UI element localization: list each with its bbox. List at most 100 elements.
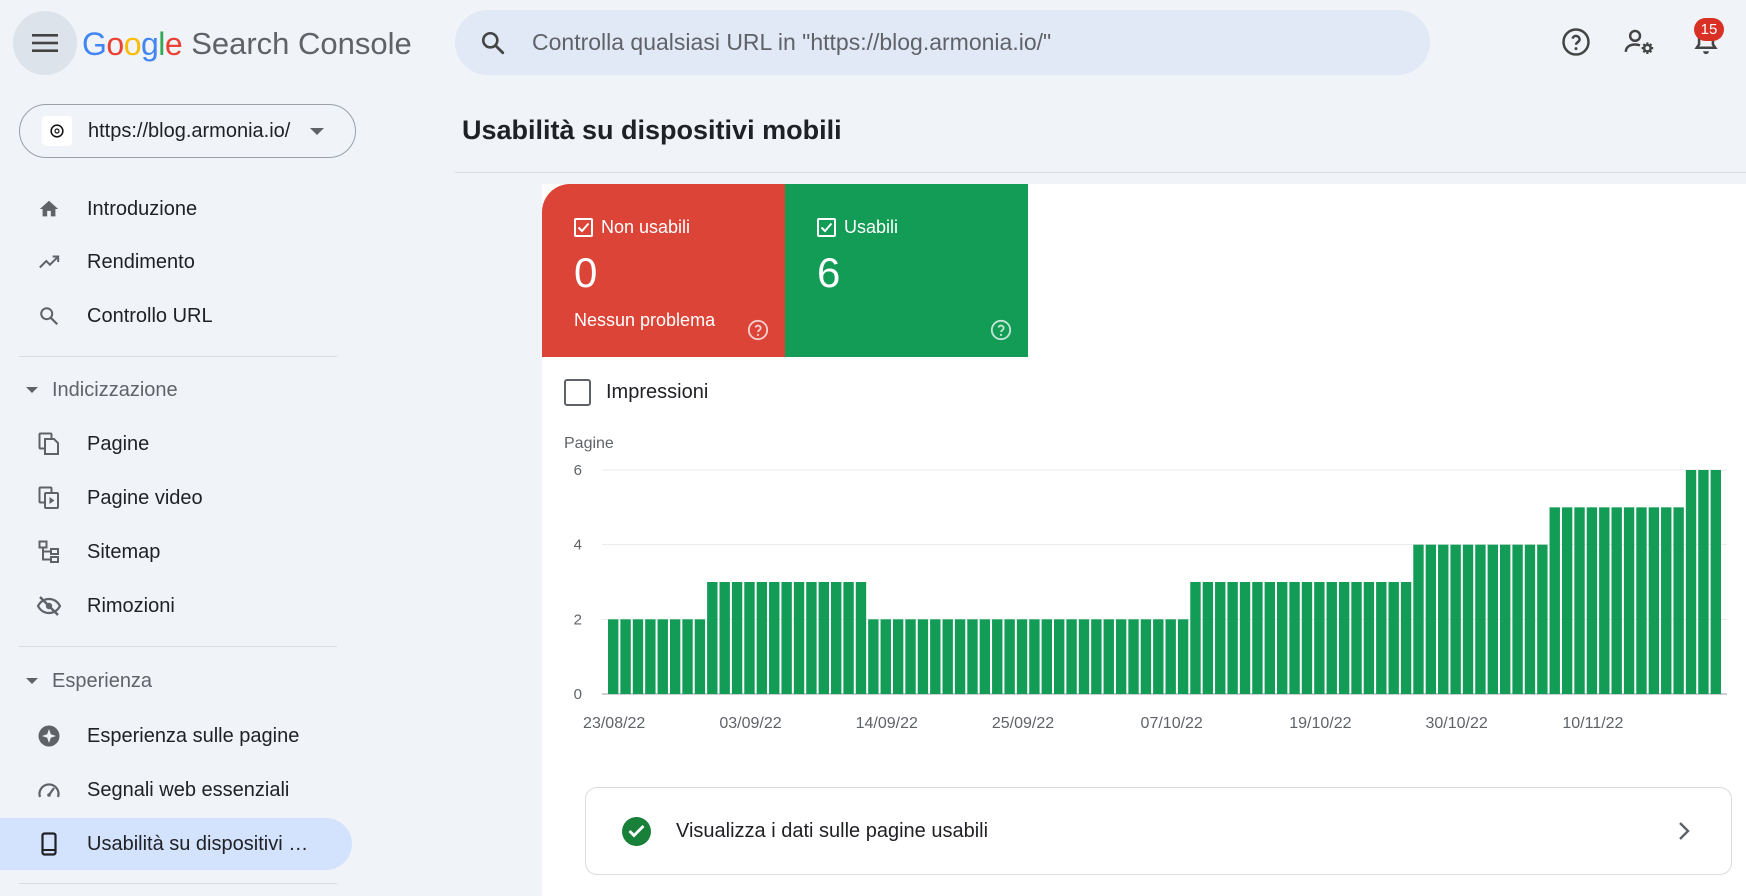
app-logo[interactable]: Google Search Console xyxy=(82,22,412,66)
sidebar-item-label: Usabilità su dispositivi … xyxy=(87,832,309,855)
chart-bar xyxy=(1561,507,1573,694)
chevron-down-icon xyxy=(310,127,324,135)
help-icon[interactable] xyxy=(747,319,769,341)
chart-bar xyxy=(744,582,755,694)
chart-bar xyxy=(1190,582,1201,694)
impressions-toggle[interactable]: Impressioni xyxy=(564,379,708,406)
chart-bar xyxy=(1264,582,1275,694)
logo-letter: l xyxy=(158,25,165,62)
impressions-label: Impressioni xyxy=(606,381,709,403)
sidebar-item-rendimento[interactable]: Rendimento xyxy=(0,236,352,288)
x-tick-label: 03/09/22 xyxy=(719,715,781,732)
chart-bar xyxy=(942,619,953,694)
chart-bar xyxy=(1475,544,1486,694)
sidebar-item-label: Sitemap xyxy=(87,540,161,563)
not-usable-card[interactable]: Non usabili 0 Nessun problema xyxy=(542,184,785,357)
chart-bar xyxy=(1128,619,1139,694)
sitemap-icon xyxy=(36,539,62,565)
checkbox-unchecked-icon[interactable] xyxy=(564,379,591,406)
y-tick-label: 0 xyxy=(574,686,582,703)
chart-bar xyxy=(1351,582,1362,694)
chart-bar xyxy=(1239,582,1251,694)
notification-badge: 15 xyxy=(1694,18,1724,41)
chart-bar xyxy=(1115,619,1127,694)
section-label: Esperienza xyxy=(52,669,153,692)
sidebar-item-label: Rendimento xyxy=(87,250,195,273)
chart-bar xyxy=(781,582,792,694)
y-tick-label: 6 xyxy=(574,462,582,479)
checkbox-checked-icon[interactable] xyxy=(817,218,836,237)
chart-bar xyxy=(1462,544,1474,694)
sidebar-item-label: Pagine xyxy=(87,432,150,455)
home-icon xyxy=(36,196,62,222)
url-inspection-search[interactable] xyxy=(455,10,1430,75)
main-menu-button[interactable] xyxy=(13,11,77,75)
user-settings-button[interactable] xyxy=(1620,22,1660,62)
chart-bar xyxy=(1338,582,1350,694)
chart-bar xyxy=(1227,582,1238,694)
search-input[interactable] xyxy=(532,29,1382,56)
chart-bar xyxy=(608,619,619,694)
chart-bar xyxy=(1648,507,1660,694)
chart-bar xyxy=(992,619,1003,694)
y-tick-label: 2 xyxy=(574,611,582,628)
chart-bar xyxy=(1388,582,1399,694)
chart-bar xyxy=(1376,582,1387,694)
logo-letter: o xyxy=(123,25,142,62)
chart-bar xyxy=(793,582,805,694)
logo-letter: o xyxy=(106,25,124,62)
checkbox-checked-icon[interactable] xyxy=(574,218,593,237)
sidebar-item-rimozioni[interactable]: Rimozioni xyxy=(0,580,352,632)
usable-pages-details-link[interactable]: Visualizza i dati sulle pagine usabili xyxy=(585,787,1732,875)
chart-bar xyxy=(719,582,730,694)
usable-card[interactable]: Usabili 6 xyxy=(785,184,1028,357)
sidebar-item-esperienza-pagine[interactable]: Esperienza sulle pagine xyxy=(0,710,352,762)
logo-letter: e xyxy=(164,25,183,62)
sidebar-item-pagine-video[interactable]: Pagine video xyxy=(0,472,352,524)
chart-bar xyxy=(880,619,891,694)
chart-bar xyxy=(905,619,916,694)
sidebar-item-usabilita-mobile[interactable]: Usabilità su dispositivi … xyxy=(0,818,352,870)
chart-bar xyxy=(1153,619,1164,694)
x-tick-label: 10/11/22 xyxy=(1562,715,1623,732)
chart-bar xyxy=(1252,582,1263,694)
gauge-icon xyxy=(36,777,62,803)
chart-bar xyxy=(707,582,718,694)
help-icon[interactable] xyxy=(990,319,1012,341)
chart-bar xyxy=(682,619,693,694)
chart-bar xyxy=(1623,507,1635,694)
sidebar-item-label: Controllo URL xyxy=(87,304,213,327)
section-indicizzazione[interactable]: Indicizzazione xyxy=(26,375,178,405)
chart-bar xyxy=(831,582,842,694)
section-label: Indicizzazione xyxy=(52,378,178,401)
chart-bar xyxy=(1078,619,1090,694)
chart-bar xyxy=(632,619,644,694)
chart-bar xyxy=(1685,470,1697,694)
chart-bar xyxy=(1041,619,1052,694)
sidebar-divider xyxy=(19,646,337,647)
caret-down-icon xyxy=(26,387,38,393)
property-selector[interactable]: https://blog.armonia.io/ xyxy=(19,104,356,158)
section-esperienza[interactable]: Esperienza xyxy=(26,666,152,696)
chart-bar xyxy=(1438,544,1449,694)
sidebar-item-controllo-url[interactable]: Controllo URL xyxy=(0,290,352,342)
sidebar-item-segnali-web[interactable]: Segnali web essenziali xyxy=(0,764,352,816)
chart-bar xyxy=(868,619,879,694)
property-favicon xyxy=(42,116,72,146)
chart-bar xyxy=(1698,470,1709,694)
help-button[interactable] xyxy=(1556,22,1596,62)
card-value: 6 xyxy=(817,249,841,296)
sidebar-item-sitemap[interactable]: Sitemap xyxy=(0,526,352,578)
sidebar-item-introduzione[interactable]: Introduzione xyxy=(0,183,352,235)
chart-bar xyxy=(1277,582,1288,694)
chart-bar xyxy=(1400,582,1412,694)
chart-bar xyxy=(1537,544,1548,694)
caret-down-icon xyxy=(26,678,38,684)
x-tick-label: 25/09/22 xyxy=(992,715,1054,732)
sidebar-item-pagine[interactable]: Pagine xyxy=(0,418,352,470)
chart-bar xyxy=(1673,507,1684,694)
card-value: 0 xyxy=(574,249,598,296)
chart-bar xyxy=(1215,582,1226,694)
chart-bar xyxy=(1165,619,1176,694)
search-icon xyxy=(481,31,505,54)
